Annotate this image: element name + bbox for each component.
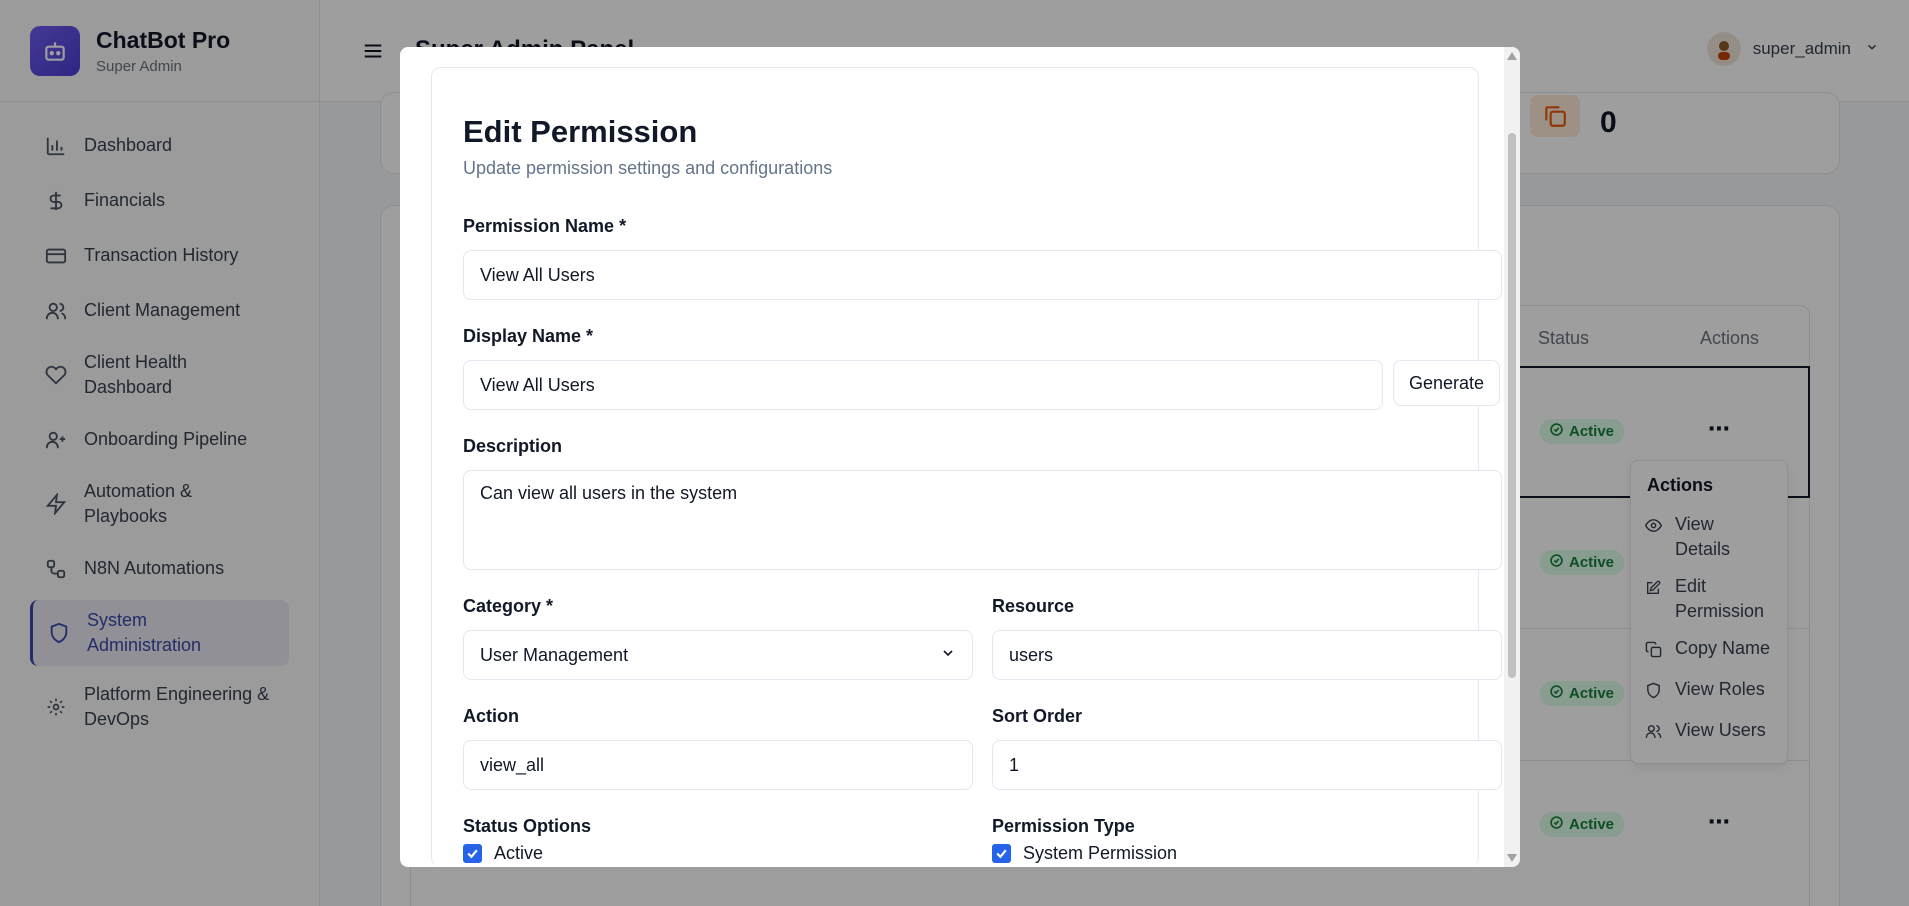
status-active-checkbox[interactable]: Active — [463, 843, 543, 864]
modal-subtitle: Update permission settings and configura… — [463, 158, 833, 178]
description-label: Description — [463, 436, 563, 456]
scroll-up-arrow-icon[interactable] — [1507, 52, 1517, 60]
action-input[interactable]: view_all — [463, 740, 973, 790]
system-permission-label: System Permission — [1023, 843, 1178, 863]
modal-content: Edit Permission Update permission settin… — [431, 67, 1502, 867]
action-label: Action — [463, 706, 519, 726]
checkbox-checked-icon — [992, 844, 1011, 863]
modal-scrollbar[interactable] — [1504, 47, 1520, 867]
modal-title: Edit Permission — [463, 114, 698, 149]
permission-type-label: Permission Type — [992, 816, 1135, 836]
category-value: User Management — [480, 644, 629, 665]
sort-order-input[interactable]: 1 — [992, 740, 1502, 790]
resource-input[interactable]: users — [992, 630, 1502, 680]
sort-order-label: Sort Order — [992, 706, 1083, 726]
display-name-input[interactable]: View All Users — [463, 360, 1383, 410]
status-options-label: Status Options — [463, 816, 592, 836]
description-textarea[interactable]: Can view all users in the system — [463, 470, 1502, 570]
permission-name-input[interactable]: View All Users — [463, 250, 1502, 300]
scrollbar-thumb[interactable] — [1508, 133, 1516, 678]
system-permission-checkbox[interactable]: System Permission — [992, 843, 1177, 864]
display-name-label: Display Name * — [463, 326, 594, 346]
checkbox-checked-icon — [463, 844, 482, 863]
category-label: Category * — [463, 596, 554, 616]
category-select[interactable]: User Management — [463, 630, 973, 680]
generate-button[interactable]: Generate — [1393, 360, 1501, 406]
status-active-label: Active — [494, 843, 544, 863]
chevron-down-icon — [940, 645, 956, 666]
resource-label: Resource — [992, 596, 1075, 616]
scroll-down-arrow-icon[interactable] — [1507, 854, 1517, 862]
edit-permission-modal: Edit Permission Update permission settin… — [400, 47, 1520, 867]
permission-name-label: Permission Name * — [463, 216, 627, 236]
